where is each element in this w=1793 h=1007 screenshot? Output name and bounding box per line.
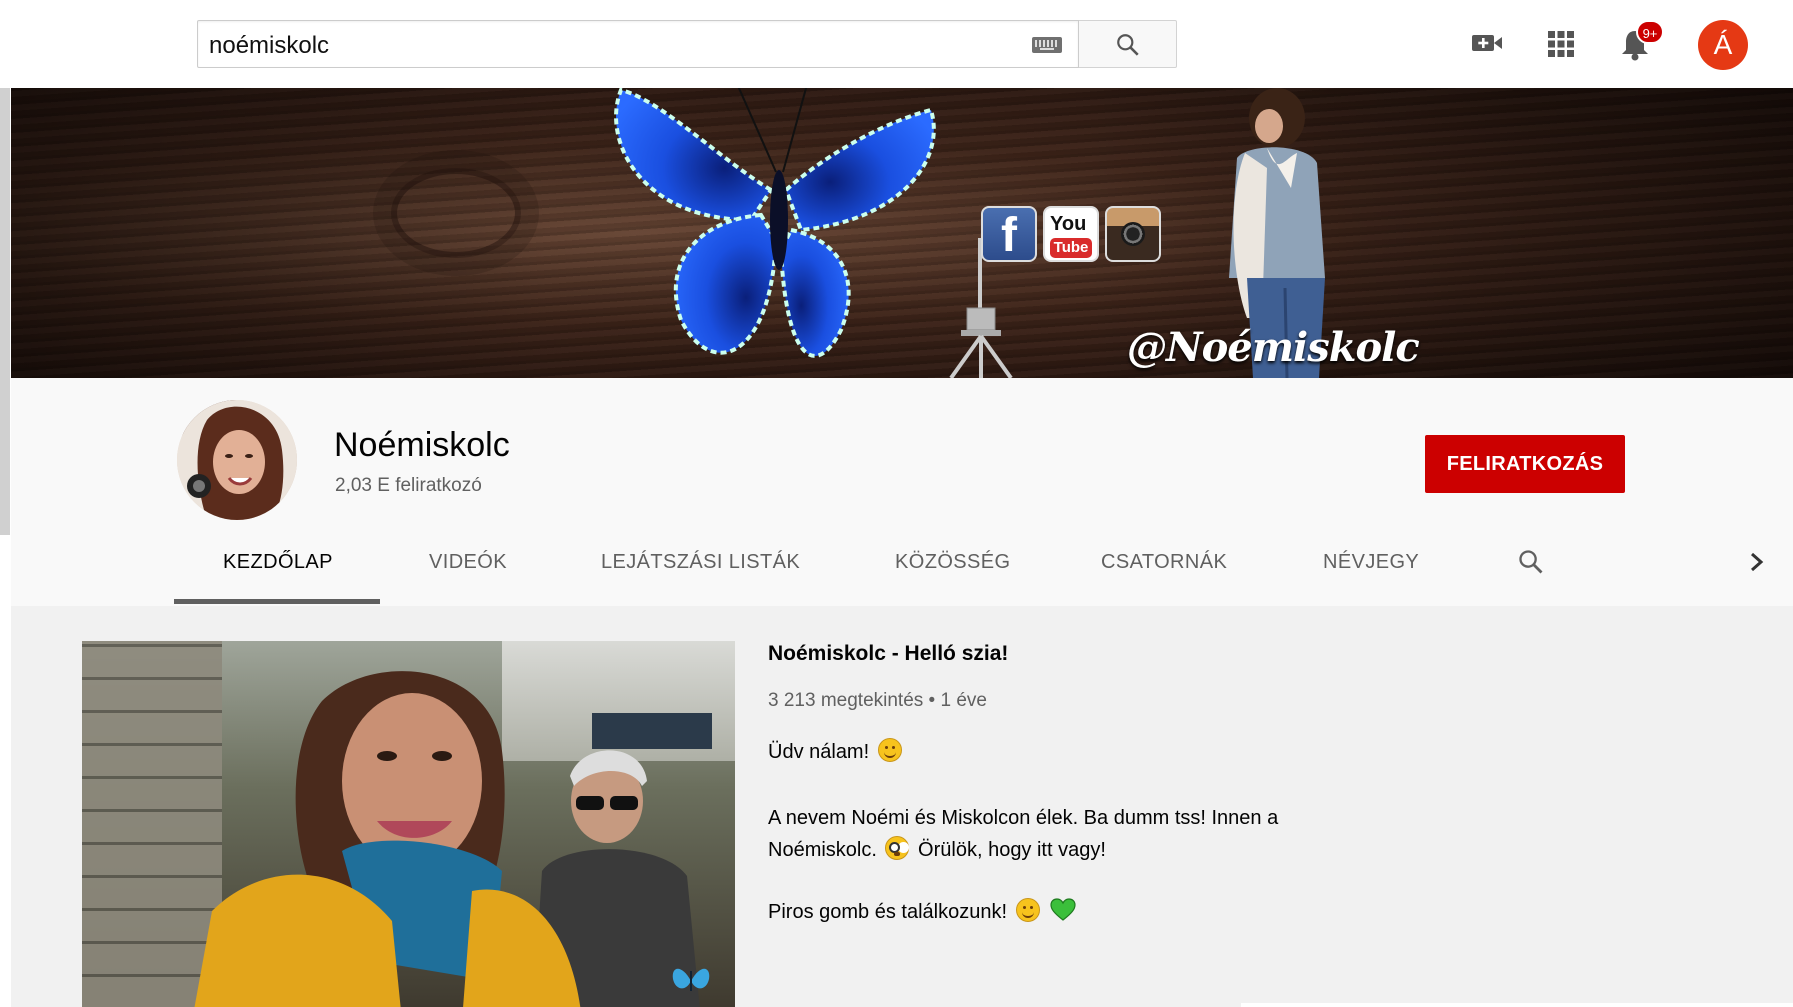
channel-header: Noémiskolc 2,03 E feliratkozó FELIRATKOZ… xyxy=(11,378,1793,606)
description-line-2: A nevem Noémi és Miskolcon élek. Ba dumm… xyxy=(768,802,1278,834)
tab-about[interactable]: NÉVJEGY xyxy=(1323,518,1419,606)
tab-channels[interactable]: CSATORNÁK xyxy=(1101,518,1227,606)
subscriber-count: 2,03 E feliratkozó xyxy=(335,475,482,496)
tab-community[interactable]: KÖZÖSSÉG xyxy=(895,518,1010,606)
facebook-icon: f xyxy=(981,206,1037,262)
chevron-right-icon[interactable] xyxy=(1747,550,1767,574)
subscribe-button[interactable]: FELIRATKOZÁS xyxy=(1425,435,1625,493)
search-input[interactable]: noémiskolc xyxy=(197,20,1079,68)
featured-video-meta: 3 213 megtekintés • 1 éve xyxy=(768,690,987,711)
keyboard-icon[interactable] xyxy=(1032,37,1062,53)
create-video-icon[interactable] xyxy=(1470,28,1504,58)
tab-home[interactable]: KEZDŐLAP xyxy=(223,518,333,606)
masthead: noémiskolc 9+ Á xyxy=(0,0,1793,88)
description-intro: A nevem Noémi és Miskolcon élek. Ba dumm… xyxy=(768,807,1279,829)
thumbnail-woman-figure xyxy=(194,671,581,1007)
description-channel: Noémiskolc. xyxy=(768,839,877,861)
search-icon xyxy=(1117,34,1139,56)
apps-grid-icon[interactable] xyxy=(1547,30,1575,58)
description-cta: Piros gomb és találkozunk! xyxy=(768,901,1008,923)
search-input-value: noémiskolc xyxy=(209,32,330,59)
scrollbar-rail xyxy=(0,88,10,535)
account-avatar[interactable]: Á xyxy=(1698,20,1748,70)
smiley-emoji-icon xyxy=(877,738,902,762)
tab-videos[interactable]: VIDEÓK xyxy=(429,518,507,606)
active-tab-indicator xyxy=(174,599,380,604)
description-line-1: Üdv nálam! xyxy=(768,736,905,768)
description-line-4: Piros gomb és találkozunk! xyxy=(768,896,1076,928)
green-heart-icon xyxy=(1050,898,1076,921)
smiley-emoji-icon xyxy=(1015,898,1040,922)
tab-playlists[interactable]: LEJÁTSZÁSI LISTÁK xyxy=(601,518,800,606)
description-line-3: Noémiskolc. Örülök, hogy itt vagy! xyxy=(768,834,1106,866)
instagram-icon xyxy=(1105,206,1161,262)
featured-video-thumbnail[interactable] xyxy=(82,641,735,1007)
youtube-logo-you: You xyxy=(1050,213,1087,235)
channel-name: Noémiskolc xyxy=(334,426,510,464)
channel-avatar-photo xyxy=(177,400,297,520)
channel-tabs: KEZDŐLAP VIDEÓK LEJÁTSZÁSI LISTÁK KÖZÖSS… xyxy=(11,518,1793,606)
description-greeting: Üdv nálam! xyxy=(768,741,870,763)
butterfly-image xyxy=(614,88,936,358)
channel-search-icon[interactable] xyxy=(1517,548,1545,576)
channel-avatar[interactable] xyxy=(177,400,297,520)
butterfly-watermark-icon xyxy=(672,968,710,991)
banner-handle: @Noémiskolc xyxy=(1127,324,1420,371)
youtube-logo-tube: Tube xyxy=(1050,238,1092,258)
section-divider xyxy=(1241,1003,1793,1007)
channel-banner: f You Tube @Noémiskolc xyxy=(11,88,1793,378)
description-welcome: Örülök, hogy itt vagy! xyxy=(918,839,1106,861)
featured-video-title[interactable]: Noémiskolc - Helló szia! xyxy=(768,642,1008,666)
goggle-eyes-emoji-icon xyxy=(885,836,910,860)
notification-badge: 9+ xyxy=(1636,20,1664,44)
home-content: Noémiskolc - Helló szia! 3 213 megtekint… xyxy=(11,606,1793,1007)
search-button[interactable] xyxy=(1079,20,1177,68)
youtube-logo-icon: You Tube xyxy=(1043,206,1099,262)
